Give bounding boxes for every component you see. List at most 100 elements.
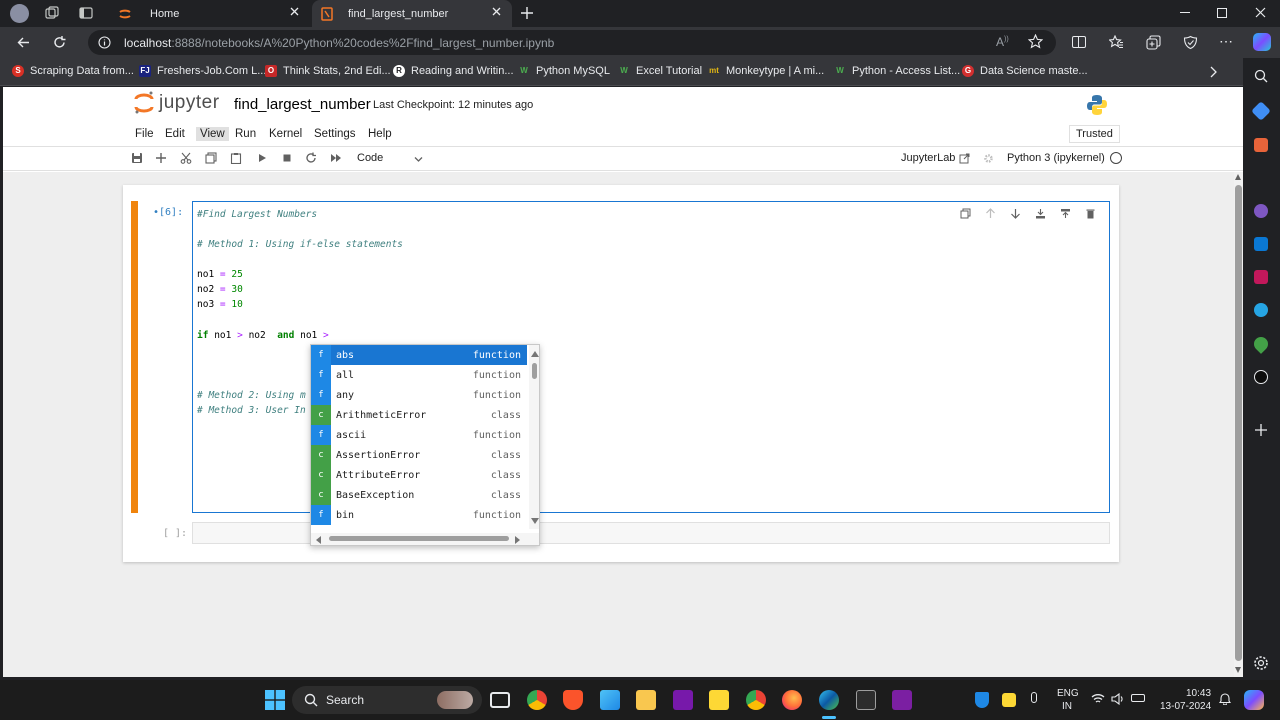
bookmark-item[interactable]: O Think Stats, 2nd Edi... <box>265 65 391 77</box>
scrollbar-thumb[interactable] <box>532 363 537 379</box>
more-menu-icon[interactable]: ⋯ <box>1219 33 1233 50</box>
sidebar-settings-icon[interactable] <box>1253 655 1269 671</box>
scroll-up-icon[interactable] <box>1235 174 1241 180</box>
location-pin-icon[interactable] <box>1251 334 1271 354</box>
chrome-icon[interactable] <box>746 690 766 710</box>
workspaces-icon[interactable] <box>45 6 59 20</box>
scrollbar-thumb[interactable] <box>329 536 509 541</box>
microphone-icon[interactable] <box>1031 692 1037 703</box>
menu-edit[interactable]: Edit <box>165 128 185 140</box>
completion-item[interactable]: c BaseException class <box>311 485 527 505</box>
scroll-up-icon[interactable] <box>531 351 539 357</box>
browser-essentials-icon[interactable] <box>1183 35 1198 50</box>
tab-find-largest-number[interactable]: find_largest_number <box>312 0 512 27</box>
onenote-icon[interactable] <box>673 690 693 710</box>
close-tab-icon[interactable] <box>289 6 300 17</box>
scrollbar-thumb[interactable] <box>1235 185 1242 661</box>
outlook-icon[interactable] <box>1254 237 1268 251</box>
restart-run-all-icon[interactable] <box>330 152 342 164</box>
battery-icon[interactable] <box>1131 694 1145 702</box>
favorites-icon[interactable] <box>1109 35 1124 50</box>
move-down-icon[interactable] <box>1003 208 1028 219</box>
completion-item[interactable]: f abs function <box>311 345 527 365</box>
start-button[interactable] <box>265 690 285 710</box>
refresh-icon[interactable] <box>52 35 67 50</box>
sidebar-search-icon[interactable] <box>1254 69 1268 83</box>
completion-item[interactable]: f ascii function <box>311 425 527 445</box>
tab-actions-icon[interactable] <box>79 6 93 20</box>
insert-above-icon[interactable] <box>1028 208 1053 219</box>
volume-icon[interactable] <box>1111 693 1125 705</box>
firefox-icon[interactable] <box>782 690 802 710</box>
add-sidebar-app-icon[interactable] <box>1254 423 1268 437</box>
tab-home[interactable]: Home <box>110 0 310 27</box>
autocomplete-popup[interactable]: f abs function f all function f any function c Ari… <box>310 344 540 546</box>
copy-icon[interactable] <box>205 152 217 164</box>
vertical-scrollbar[interactable] <box>1234 172 1243 677</box>
copilot-icon[interactable] <box>1253 33 1271 51</box>
clock-time[interactable]: 10:43 <box>1186 688 1211 699</box>
notebook-title[interactable]: find_largest_number <box>234 96 371 113</box>
notebook-area[interactable]: •[6]: #Find Largest Numbers # Method 1: … <box>3 172 1234 677</box>
notification-bell-icon[interactable] <box>1219 692 1231 705</box>
bookmark-item[interactable]: mt Monkeytype | A mi... <box>708 65 824 77</box>
shopping-tag-icon[interactable] <box>1251 101 1271 121</box>
run-icon[interactable] <box>256 152 268 164</box>
close-tab-icon[interactable] <box>491 6 502 17</box>
url-bar[interactable]: localhost:8888/notebooks/A%20Python%20co… <box>88 30 1056 55</box>
completer-scrollbar[interactable] <box>529 345 539 529</box>
scroll-down-icon[interactable] <box>1235 667 1241 673</box>
bookmark-item[interactable]: W Excel Tutorial <box>618 65 702 77</box>
tools-briefcase-icon[interactable] <box>1254 138 1268 152</box>
photos-icon[interactable] <box>600 690 620 710</box>
tray-app-icon[interactable] <box>1002 693 1016 707</box>
terminal-icon[interactable] <box>856 690 876 710</box>
delete-cell-icon[interactable] <box>1078 208 1103 219</box>
menu-help[interactable]: Help <box>368 128 392 140</box>
bookmark-item[interactable]: S Scraping Data from... <box>12 65 134 77</box>
scroll-down-icon[interactable] <box>531 518 539 524</box>
read-aloud-icon[interactable]: A)) <box>996 35 1009 49</box>
collections-icon[interactable] <box>1146 35 1161 50</box>
active-cell-indicator[interactable] <box>131 201 138 513</box>
bookmark-item[interactable]: W Python MySQL <box>518 65 610 77</box>
close-window-button[interactable] <box>1255 7 1266 18</box>
games-icon[interactable] <box>1254 204 1268 218</box>
stop-icon[interactable] <box>281 152 293 164</box>
edge-icon[interactable] <box>819 690 839 710</box>
input-language[interactable]: ENG <box>1057 688 1079 699</box>
bookmark-item[interactable]: R Reading and Writin... <box>393 65 514 77</box>
insert-below-icon[interactable] <box>1053 208 1078 219</box>
completion-item[interactable]: f any function <box>311 385 527 405</box>
move-up-icon[interactable] <box>978 208 1003 219</box>
menu-run[interactable]: Run <box>235 128 256 140</box>
favorite-star-icon[interactable] <box>1028 34 1043 49</box>
minimize-button[interactable] <box>1180 12 1190 13</box>
bookmark-item[interactable]: W Python - Access List... <box>834 65 960 77</box>
taskbar-search[interactable]: Search <box>292 686 482 714</box>
info-icon[interactable] <box>98 36 111 49</box>
completion-item[interactable]: c ArithmeticError class <box>311 405 527 425</box>
brave-icon[interactable] <box>563 690 583 710</box>
split-screen-icon[interactable] <box>1072 36 1086 48</box>
wifi-icon[interactable] <box>1091 693 1105 705</box>
cell-type-select[interactable]: Code <box>357 152 423 164</box>
completion-item[interactable]: c AttributeError class <box>311 465 527 485</box>
menu-kernel[interactable]: Kernel <box>269 128 302 140</box>
maximize-button[interactable] <box>1217 8 1227 18</box>
new-tab-button[interactable] <box>520 6 534 20</box>
file-explorer-icon[interactable] <box>636 690 656 710</box>
openai-icon[interactable] <box>1254 370 1268 384</box>
telegram-icon[interactable] <box>1254 303 1268 317</box>
profile-avatar[interactable] <box>10 4 29 23</box>
menu-view[interactable]: View <box>196 127 229 141</box>
scroll-left-icon[interactable] <box>316 536 321 544</box>
snipping-tool-icon[interactable] <box>892 690 912 710</box>
completion-item[interactable]: f all function <box>311 365 527 385</box>
kernel-name[interactable]: Python 3 (ipykernel) <box>1007 152 1105 164</box>
sticky-notes-icon[interactable] <box>709 690 729 710</box>
copilot-taskbar-icon[interactable] <box>1244 690 1264 710</box>
bookmark-item[interactable]: G Data Science maste... <box>962 65 1088 77</box>
jupyter-logo[interactable]: jupyter <box>133 90 220 116</box>
save-icon[interactable] <box>131 152 143 164</box>
